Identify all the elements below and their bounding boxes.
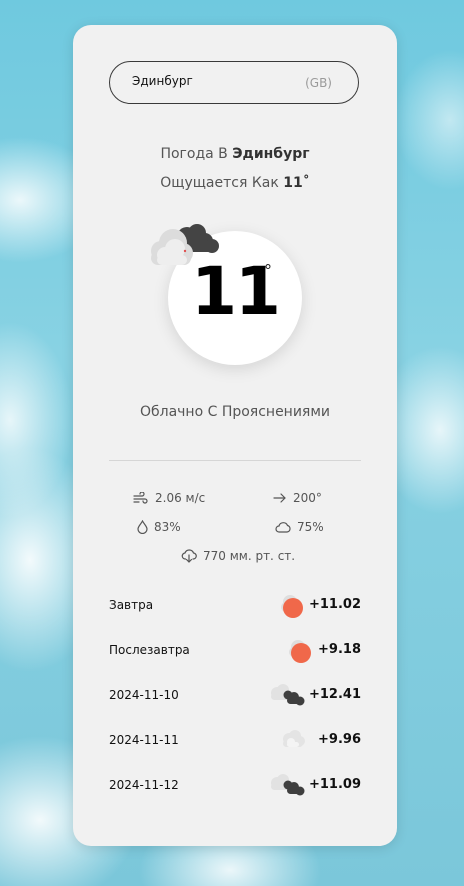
city-search-box[interactable]: (GB) [109, 61, 359, 104]
forecast-day: 2024-11-11 [109, 733, 179, 747]
cloudiness-value: 75% [297, 520, 324, 534]
country-code: (GB) [305, 76, 332, 90]
forecast-row: 2024-11-10 +12.41 [109, 681, 361, 711]
weather-description: Облачно С Прояснениями [139, 404, 331, 420]
forecast-row: Послезавтра +9.18 [109, 636, 361, 666]
dark-clouds-icon [271, 774, 305, 796]
feels-like: Ощущается Как 11˚ [73, 175, 397, 191]
forecast-row: 2024-11-11 +9.96 [109, 726, 361, 756]
forecast-temp: +9.18 [318, 642, 361, 657]
wind-icon [133, 492, 148, 504]
sun-behind-cloud-icon [281, 595, 303, 618]
arrow-right-icon [273, 493, 286, 503]
light-cloud-icon [283, 730, 305, 747]
humidity-value: 83% [154, 520, 181, 534]
forecast-day: 2024-11-10 [109, 688, 179, 702]
cloud-download-icon [181, 549, 197, 563]
feels-value: 11˚ [283, 175, 310, 191]
cloudiness: 75% [275, 520, 324, 534]
forecast-temp: +11.09 [308, 777, 361, 792]
forecast-temp: +9.96 [318, 732, 361, 747]
forecast-temp: +11.02 [308, 597, 361, 612]
cloudy-icon [151, 224, 219, 265]
divider [109, 460, 361, 461]
dark-clouds-icon [271, 684, 305, 706]
city-search-input[interactable] [132, 74, 282, 88]
weather-card: (GB) Погода В Эдинбург Ощущается Как 11˚… [73, 25, 397, 846]
cloud-icon [275, 522, 291, 533]
wind-direction-value: 200° [293, 491, 322, 505]
forecast-day: Завтра [109, 598, 154, 612]
feels-prefix: Ощущается Как [160, 175, 279, 191]
forecast-temp: +12.41 [308, 687, 361, 702]
degree-symbol: ° [264, 261, 272, 280]
wind-direction: 200° [273, 491, 322, 505]
forecast-day: 2024-11-12 [109, 778, 179, 792]
title-prefix: Погода В [160, 146, 228, 162]
forecast-row: Завтра +11.02 [109, 591, 361, 621]
droplet-icon [137, 520, 148, 534]
sun-behind-cloud-icon [289, 640, 311, 663]
forecast-day: Послезавтра [109, 643, 190, 657]
humidity: 83% [137, 520, 181, 534]
title-city: Эдинбург [232, 146, 310, 162]
pressure-value: 770 мм. рт. ст. [203, 549, 296, 563]
forecast-row: 2024-11-12 +11.09 [109, 771, 361, 801]
wind-speed-value: 2.06 м/с [155, 491, 206, 505]
weather-title: Погода В Эдинбург [73, 146, 397, 162]
wind-speed: 2.06 м/с [133, 491, 205, 505]
pressure: 770 мм. рт. ст. [181, 549, 295, 563]
